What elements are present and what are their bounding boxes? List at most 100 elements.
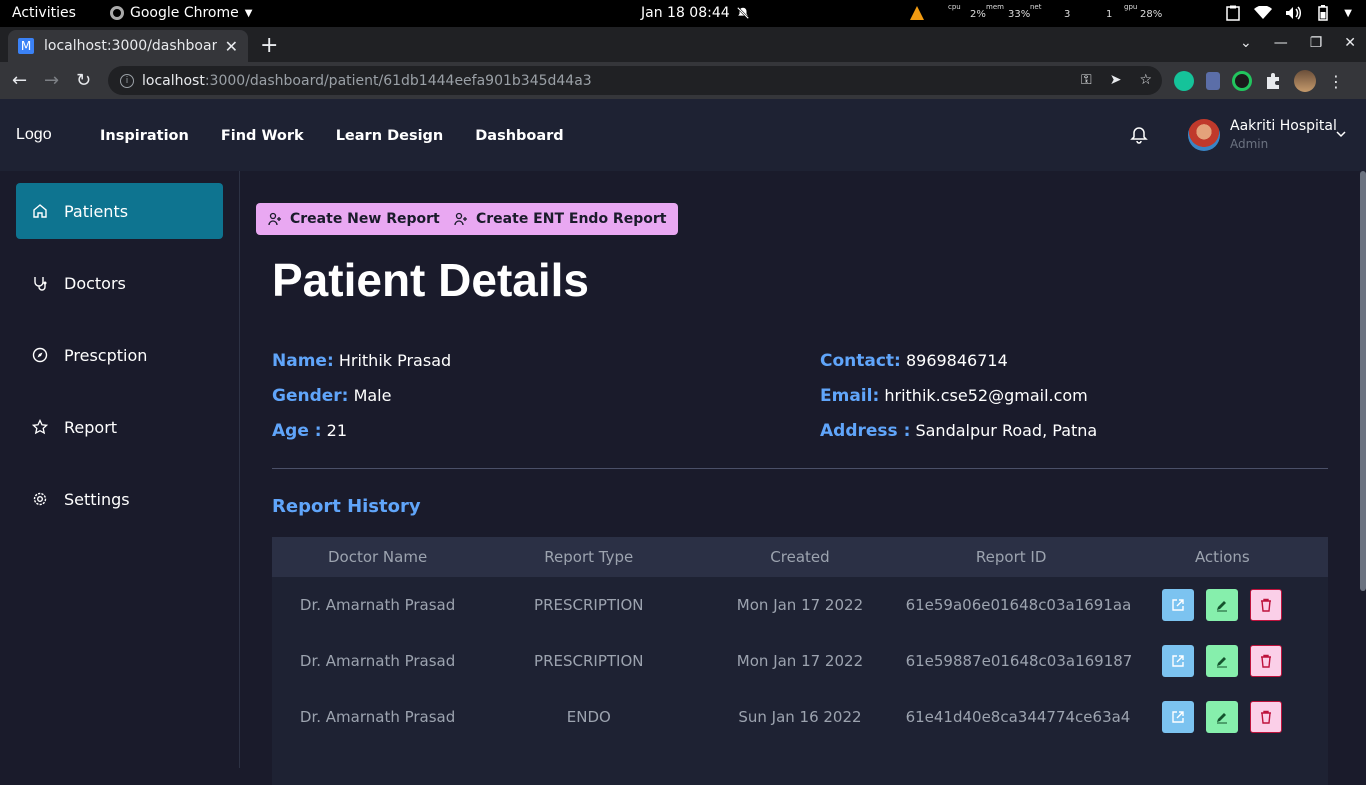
create-new-report-button[interactable]: Create New Report: [256, 203, 452, 235]
window-controls: ⌄ — ❐ ✕: [1240, 35, 1356, 51]
mem-value: 33%: [1008, 9, 1031, 20]
nav-link-find-work[interactable]: Find Work: [221, 128, 304, 144]
cpu-number: 2: [970, 9, 977, 20]
browser-tab[interactable]: M localhost:3000/dashboard ✕: [8, 30, 248, 62]
star-icon: [32, 419, 48, 435]
sidebar-item-patients[interactable]: Patients: [16, 183, 223, 239]
create-ent-endo-report-button[interactable]: Create ENT Endo Report: [442, 203, 679, 235]
back-icon[interactable]: ←: [12, 70, 27, 91]
page-title: Patient Details: [272, 254, 589, 306]
puzzle-icon[interactable]: [1264, 72, 1282, 90]
battery-icon[interactable]: [1314, 4, 1332, 22]
view-button[interactable]: [1162, 645, 1195, 677]
nav-link-learn-design[interactable]: Learn Design: [336, 128, 444, 144]
caret-down-icon: ▼: [244, 7, 253, 19]
tab-search-icon[interactable]: ⌄: [1240, 35, 1252, 51]
site-info-icon[interactable]: i: [120, 73, 134, 88]
patient-address: Address : Sandalpur Road, Patna: [820, 421, 1097, 441]
header-actions: Actions: [1194, 548, 1250, 566]
extension-ring-icon[interactable]: [1232, 71, 1252, 91]
gpu-number: 28: [1140, 9, 1153, 20]
nav-link-inspiration[interactable]: Inspiration: [100, 128, 189, 144]
actions-cell: [1117, 645, 1328, 677]
power-menu-caret-icon[interactable]: ▼: [1344, 8, 1352, 19]
volume-icon[interactable]: [1284, 4, 1302, 22]
system-tray[interactable]: ▼: [1224, 4, 1352, 22]
net-down-value: 3: [1064, 9, 1071, 20]
report-id-cell: 61e59a06e01648c03a1691aa: [905, 596, 1132, 614]
page-scrollbar[interactable]: [1360, 171, 1366, 591]
sidebar-item-doctors[interactable]: Doctors: [16, 255, 223, 311]
cpu-label: cpu: [948, 3, 961, 11]
header-report-type: Report Type: [544, 548, 634, 566]
tab-close-icon[interactable]: ✕: [225, 37, 238, 56]
view-button[interactable]: [1162, 701, 1195, 733]
gpu-label: gpu: [1124, 3, 1138, 11]
clock[interactable]: Jan 18 08:44: [641, 5, 730, 21]
vlc-icon[interactable]: [910, 6, 924, 20]
delete-button[interactable]: [1250, 701, 1283, 733]
chevron-down-icon[interactable]: [1336, 129, 1346, 139]
name-value: Hrithik Prasad: [338, 351, 452, 370]
pencil-icon: [1217, 713, 1228, 724]
restore-icon[interactable]: ❐: [1310, 35, 1323, 51]
create-new-report-label: Create New Report: [290, 211, 440, 227]
notification-bell-icon[interactable]: [1130, 126, 1148, 144]
window-close-icon[interactable]: ✕: [1344, 35, 1356, 51]
bookmark-star-icon[interactable]: ☆: [1139, 72, 1152, 88]
app-menu[interactable]: Google Chrome ▼: [110, 5, 252, 21]
created-cell: Sun Jan 16 2022: [738, 708, 862, 726]
clipboard-icon[interactable]: [1224, 4, 1242, 22]
pencil-icon: [1217, 657, 1228, 668]
nav-links: Inspiration Find Work Learn Design Dashb…: [100, 128, 564, 144]
shield-extension-icon[interactable]: [1206, 72, 1220, 90]
forward-icon[interactable]: →: [44, 70, 59, 91]
trash-icon: [1261, 598, 1272, 612]
doctor-name-cell: Dr. Amarnath Prasad: [299, 652, 456, 670]
header-created: Created: [770, 548, 830, 566]
patient-gender: Gender: Male: [272, 386, 391, 406]
email-value: hrithik.cse52@gmail.com: [884, 386, 1088, 405]
delete-button[interactable]: [1250, 645, 1283, 677]
sidebar-item-label: Report: [64, 417, 118, 437]
sidebar: Patients Doctors Prescption Report Setti…: [0, 171, 240, 768]
doctor-name-cell: Dr. Amarnath Prasad: [299, 596, 456, 614]
sidebar-item-settings[interactable]: Settings: [16, 471, 223, 527]
user-menu[interactable]: Aakriti Hospital Admin: [1188, 118, 1337, 151]
edit-button[interactable]: [1206, 645, 1239, 677]
new-tab-icon[interactable]: +: [260, 33, 278, 58]
grammarly-icon[interactable]: [1174, 71, 1194, 91]
omnibox-actions: ⚿ ➤ ☆: [1081, 72, 1152, 88]
net-up-value: 1: [1106, 9, 1113, 20]
gender-value: Male: [353, 386, 392, 405]
add-user-icon: [454, 212, 467, 226]
send-icon[interactable]: ➤: [1110, 72, 1122, 88]
reload-icon[interactable]: ↻: [76, 70, 91, 91]
url-host: localhost: [142, 72, 205, 89]
edit-button[interactable]: [1206, 701, 1239, 733]
delete-button[interactable]: [1250, 589, 1283, 621]
profile-avatar[interactable]: [1294, 70, 1316, 92]
minimize-icon[interactable]: —: [1274, 35, 1288, 51]
sidebar-item-prescription[interactable]: Prescption: [16, 327, 223, 383]
user-role: Admin: [1230, 137, 1269, 151]
system-top-bar: Activities Google Chrome ▼ Jan 18 08:44 …: [0, 0, 1366, 27]
edit-button[interactable]: [1206, 589, 1239, 621]
wifi-icon[interactable]: [1254, 4, 1273, 22]
sidebar-item-report[interactable]: Report: [16, 399, 223, 455]
report-history-table: Doctor Name Report Type Created Report I…: [272, 537, 1328, 785]
pencil-icon: [1217, 601, 1228, 612]
key-icon[interactable]: ⚿: [1081, 72, 1092, 88]
activities-button[interactable]: Activities: [12, 5, 76, 21]
created-cell: Mon Jan 17 2022: [736, 596, 864, 614]
report-history-title: Report History: [272, 496, 421, 517]
nav-link-dashboard[interactable]: Dashboard: [475, 128, 563, 144]
net-label: net: [1030, 3, 1042, 11]
chrome-menu-icon[interactable]: ⋮: [1328, 72, 1344, 91]
patient-contact: Contact: 8969846714: [820, 351, 1008, 371]
view-button[interactable]: [1162, 589, 1195, 621]
notifications-off-icon: [736, 6, 750, 20]
home-icon: [33, 204, 47, 218]
address-bar[interactable]: i localhost :3000/dashboard/patient/61db…: [108, 66, 1162, 95]
logo[interactable]: Logo: [16, 126, 52, 144]
